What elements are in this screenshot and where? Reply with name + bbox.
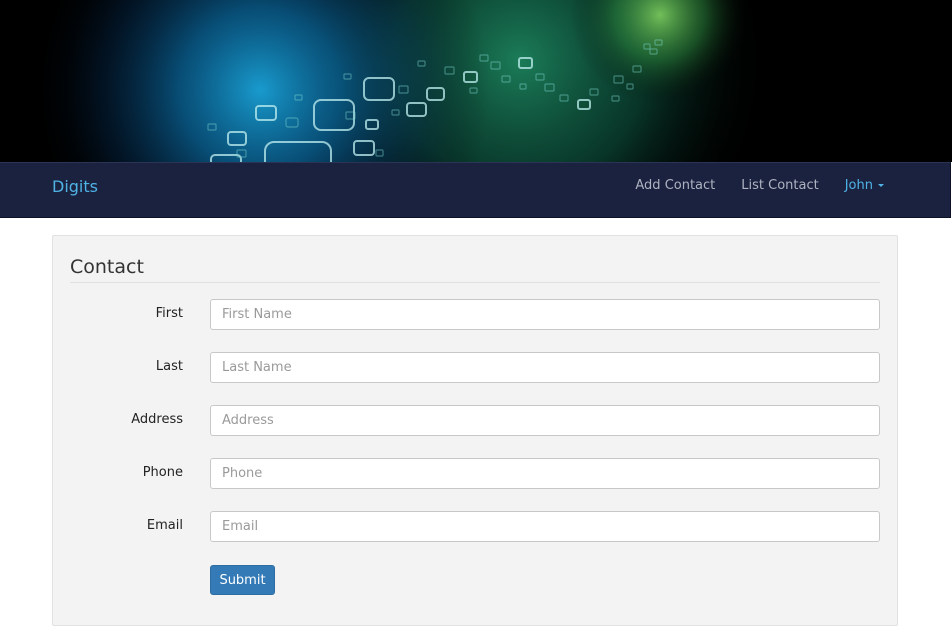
- caret-down-icon: [878, 184, 884, 187]
- form-row-phone: Phone: [53, 458, 897, 489]
- brand-link[interactable]: Digits: [52, 177, 98, 196]
- submit-button[interactable]: Submit: [210, 565, 275, 595]
- form-row-last: Last: [53, 352, 897, 383]
- form-row-email: Email: [53, 511, 897, 542]
- first-name-input[interactable]: [210, 299, 880, 330]
- header-banner-image: [0, 0, 952, 162]
- user-menu-dropdown[interactable]: John: [845, 178, 884, 193]
- nav-add-contact[interactable]: Add Contact: [635, 178, 715, 193]
- form-row-address: Address: [53, 405, 897, 436]
- form-legend: Contact: [70, 256, 880, 283]
- email-label: Email: [146, 518, 183, 533]
- form-row-first: First: [53, 299, 897, 330]
- nav-list-contact[interactable]: List Contact: [741, 178, 818, 193]
- phone-label: Phone: [142, 465, 183, 480]
- address-label: Address: [131, 412, 183, 427]
- user-menu-label: John: [844, 178, 873, 193]
- contact-form-panel: Contact First Last Address Phone Email S…: [52, 235, 898, 626]
- first-label: First: [155, 306, 183, 321]
- last-name-input[interactable]: [210, 352, 880, 383]
- phone-input[interactable]: [210, 458, 880, 489]
- top-navbar: Digits Add Contact List Contact John: [0, 162, 951, 218]
- address-input[interactable]: [210, 405, 880, 436]
- abstract-squares-artwork: [0, 0, 952, 162]
- nav-links: Add Contact List Contact John: [609, 178, 884, 193]
- last-label: Last: [155, 359, 183, 374]
- email-input[interactable]: [210, 511, 880, 542]
